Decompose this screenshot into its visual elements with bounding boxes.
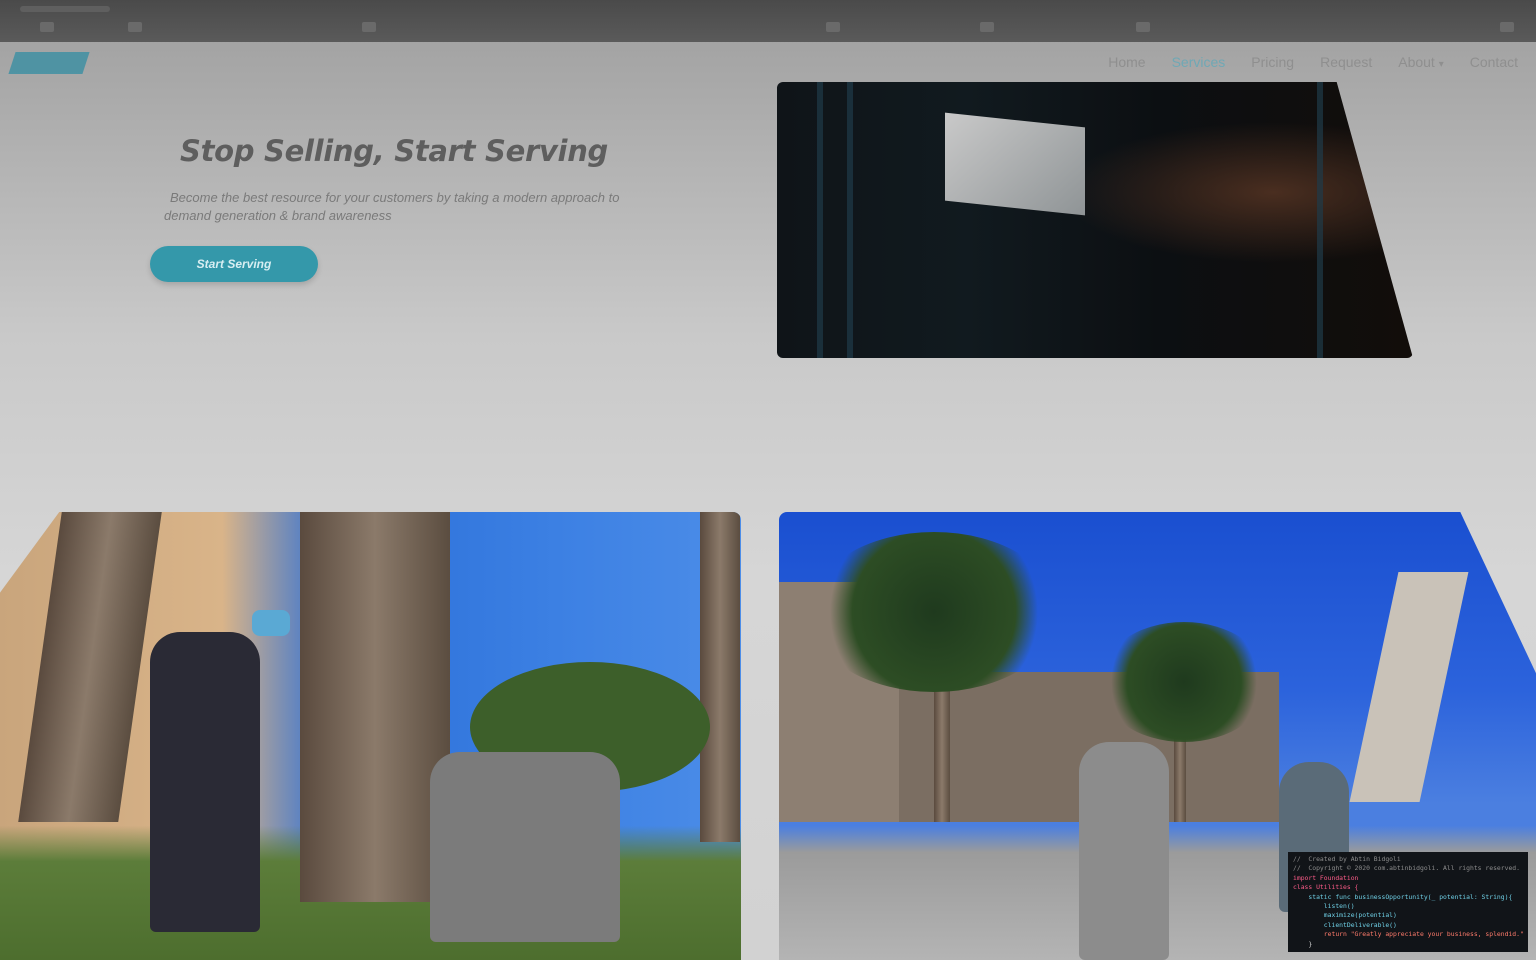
- mail-icon[interactable]: [826, 22, 840, 32]
- palm-trunk: [18, 512, 162, 822]
- nav-home[interactable]: Home: [1108, 54, 1145, 70]
- facebook-icon[interactable]: [128, 22, 142, 32]
- palm-trunk: [300, 512, 450, 902]
- face-mask: [252, 610, 290, 636]
- code-line: maximize(potential): [1293, 911, 1397, 920]
- code-line: }: [1293, 939, 1313, 948]
- browser-tab-placeholder: [20, 6, 110, 12]
- code-line: class Utilities {: [1293, 883, 1359, 892]
- start-serving-button[interactable]: Start Serving: [150, 246, 318, 282]
- code-snippet-panel: // Created by Abtin Bidgoli // Copyright…: [1288, 852, 1528, 952]
- code-line: clientDeliverable(): [1293, 920, 1397, 929]
- nav-contact[interactable]: Contact: [1470, 54, 1518, 70]
- nav-about-label: About: [1398, 54, 1435, 70]
- nav-about[interactable]: About ▾: [1398, 54, 1444, 70]
- person-kneeling: [430, 752, 620, 942]
- share-icon[interactable]: [1136, 22, 1150, 32]
- code-line: // Copyright © 2020 com.abtinbidgoli. Al…: [1293, 864, 1521, 873]
- palm-fronds: [1099, 622, 1269, 742]
- extension-icon[interactable]: [980, 22, 994, 32]
- monitor-screen: [945, 112, 1085, 216]
- light-panel: [1317, 82, 1323, 358]
- code-line: listen(): [1293, 902, 1355, 911]
- menu-icon[interactable]: [1500, 22, 1514, 32]
- studio-photo: [777, 82, 1413, 358]
- sidebar-icon[interactable]: [40, 22, 54, 32]
- bookmark-icon[interactable]: [362, 22, 376, 32]
- code-line: // Created by Abtin Bidgoli: [1293, 855, 1401, 863]
- light-panel: [817, 82, 823, 358]
- hero-title: Stop Selling, Start Serving: [180, 134, 609, 168]
- sculpture: [1349, 572, 1469, 802]
- palm-fronds: [809, 532, 1059, 692]
- code-line: import Foundation: [1293, 873, 1359, 882]
- palm-trunk: [700, 512, 740, 842]
- hero-subtitle: Become the best resource for your custom…: [164, 190, 620, 223]
- code-line: return "Greatly appreciate your business…: [1293, 930, 1524, 939]
- person-standing: [150, 632, 260, 932]
- code-line: static func businessOpportunity(_ potent…: [1293, 892, 1513, 901]
- site-logo[interactable]: [8, 52, 90, 74]
- main-nav: Home Services Pricing Request About ▾ Co…: [1108, 54, 1518, 70]
- nav-services[interactable]: Services: [1172, 54, 1226, 70]
- chevron-down-icon: ▾: [1438, 59, 1444, 70]
- photographer: [1079, 742, 1169, 960]
- light-panel: [847, 82, 853, 358]
- nav-request[interactable]: Request: [1320, 54, 1372, 70]
- nav-pricing[interactable]: Pricing: [1251, 54, 1294, 70]
- browser-toolbar: [0, 0, 1536, 42]
- campus-photo-left: [0, 512, 741, 960]
